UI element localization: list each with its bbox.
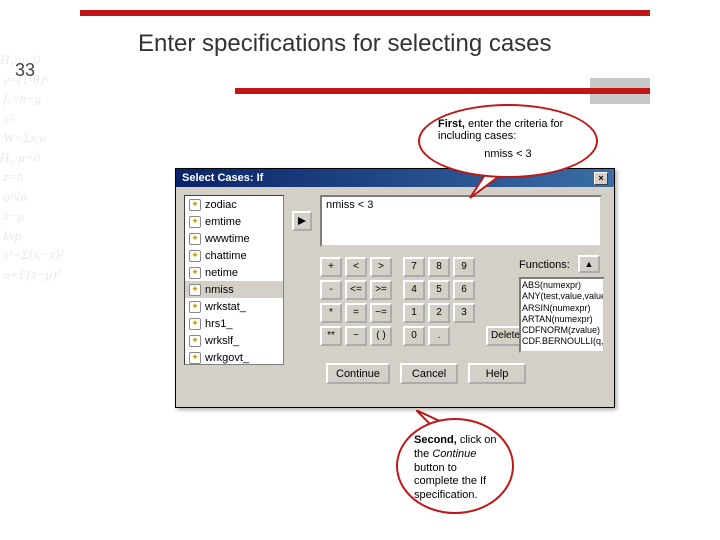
variable-label: wrkslf_ <box>205 335 239 347</box>
function-item[interactable]: ANY(test,value,value,...) <box>522 291 602 302</box>
key-2[interactable]: 2 <box>428 303 450 323</box>
functions-label: Functions: <box>519 259 570 271</box>
move-right-button[interactable] <box>292 211 312 231</box>
variable-item-chattime[interactable]: ✦ chattime <box>185 247 283 264</box>
close-icon[interactable]: × <box>594 172 608 185</box>
key-~=[interactable]: ~= <box>370 303 392 323</box>
key-6[interactable]: 6 <box>453 280 475 300</box>
variable-item-hrs1_[interactable]: ✦ hrs1_ <box>185 315 283 332</box>
variable-label: wrkstat_ <box>205 301 246 313</box>
scale-icon: ✦ <box>189 284 201 296</box>
scale-icon: ✦ <box>189 233 201 245</box>
variable-item-wrkslf_[interactable]: ✦ wrkslf_ <box>185 332 283 349</box>
triangle-right-icon <box>297 216 307 226</box>
cancel-button[interactable]: Cancel <box>400 363 458 384</box>
page-title: Enter specifications for selecting cases <box>138 30 552 58</box>
callout-second-em: Continue <box>432 448 476 460</box>
key--[interactable]: - <box>320 280 342 300</box>
variable-label: hrs1_ <box>205 318 233 330</box>
page-number: 33 <box>15 60 35 81</box>
variable-item-nmiss[interactable]: ✦ nmiss <box>185 281 283 298</box>
function-item[interactable]: CDF.BERNOULLI(q,p) <box>522 336 602 347</box>
scale-icon: ✦ <box>189 318 201 330</box>
select-cases-if-dialog: Select Cases: If × ✦ zodiac ✦ emtime ✦ wwwtim… <box>175 168 615 408</box>
expression-input[interactable]: nmiss < 3 <box>320 195 602 247</box>
help-button[interactable]: Help <box>468 363 526 384</box>
variable-list[interactable]: ✦ zodiac ✦ emtime ✦ wwwtime ✦ chattime ✦ netime ✦ n… <box>184 195 284 365</box>
key-+[interactable]: + <box>320 257 342 277</box>
key-7[interactable]: 7 <box>403 257 425 277</box>
variable-item-wwwtime[interactable]: ✦ wwwtime <box>185 230 283 247</box>
key-8[interactable]: 8 <box>428 257 450 277</box>
dialog-title: Select Cases: If <box>182 172 263 184</box>
variable-item-wrkstat_[interactable]: ✦ wrkstat_ <box>185 298 283 315</box>
variable-label: nmiss <box>205 284 234 296</box>
key-<[interactable]: < <box>345 257 367 277</box>
function-item[interactable]: CDFNORM(zvalue) <box>522 325 602 336</box>
scale-icon: ✦ <box>189 267 201 279</box>
key-power[interactable]: ** <box>320 326 342 346</box>
scale-icon: ✦ <box>189 301 201 313</box>
decor-bar-mid <box>235 88 650 94</box>
function-item[interactable]: ABS(numexpr) <box>522 280 602 291</box>
key->=[interactable]: >= <box>370 280 392 300</box>
key-paren[interactable]: ( ) <box>370 326 392 346</box>
functions-list[interactable]: ABS(numexpr)ANY(test,value,value,...)ARS… <box>519 277 605 353</box>
callout-second-text-b: button to complete the If specification. <box>414 462 486 502</box>
variable-item-zodiac[interactable]: ✦ zodiac <box>185 196 283 213</box>
key-=[interactable]: = <box>345 303 367 323</box>
callout-first-expr: nmiss < 3 <box>438 148 578 160</box>
scale-icon: ✦ <box>189 352 201 364</box>
key-*[interactable]: * <box>320 303 342 323</box>
key-4[interactable]: 4 <box>403 280 425 300</box>
variable-label: netime <box>205 267 238 279</box>
callout-second-lead: Second, <box>414 434 457 446</box>
function-up-button[interactable]: ▲ <box>578 255 600 273</box>
variable-label: chattime <box>205 250 247 262</box>
variable-item-netime[interactable]: ✦ netime <box>185 264 283 281</box>
key-1[interactable]: 1 <box>403 303 425 323</box>
variable-label: zodiac <box>205 199 237 211</box>
function-item[interactable]: ARSIN(numexpr) <box>522 303 602 314</box>
scale-icon: ✦ <box>189 335 201 347</box>
variable-label: emtime <box>205 216 241 228</box>
scale-icon: ✦ <box>189 199 201 211</box>
scale-icon: ✦ <box>189 250 201 262</box>
key-0[interactable]: 0 <box>403 326 425 346</box>
math-background: H₁:μ<0 y=(1-θ)ⁿ fₓ=h−g x²ᵢ W=Σxᵢyᵢ H₀:μ=… <box>0 50 85 420</box>
key->[interactable]: > <box>370 257 392 277</box>
variable-label: wrkgovt_ <box>205 352 249 364</box>
variable-label: wwwtime <box>205 233 250 245</box>
key-<=[interactable]: <= <box>345 280 367 300</box>
key-not[interactable]: ~ <box>345 326 367 346</box>
key-dot[interactable]: . <box>428 326 450 346</box>
callout-first-lead: First, <box>438 118 465 130</box>
continue-button[interactable]: Continue <box>326 363 390 384</box>
variable-item-wrkgovt_[interactable]: ✦ wrkgovt_ <box>185 349 283 365</box>
key-9[interactable]: 9 <box>453 257 475 277</box>
callout-second: Second, click on the Continue button to … <box>396 418 514 514</box>
callout-first: First, enter the criteria for including … <box>418 104 598 178</box>
decor-bar-top <box>80 10 650 16</box>
function-item[interactable]: ARTAN(numexpr) <box>522 314 602 325</box>
calculator-keypad: +<>789-<=>=456*=~=123**~( )0.Delete <box>320 257 515 353</box>
variable-item-emtime[interactable]: ✦ emtime <box>185 213 283 230</box>
key-5[interactable]: 5 <box>428 280 450 300</box>
key-3[interactable]: 3 <box>453 303 475 323</box>
scale-icon: ✦ <box>189 216 201 228</box>
